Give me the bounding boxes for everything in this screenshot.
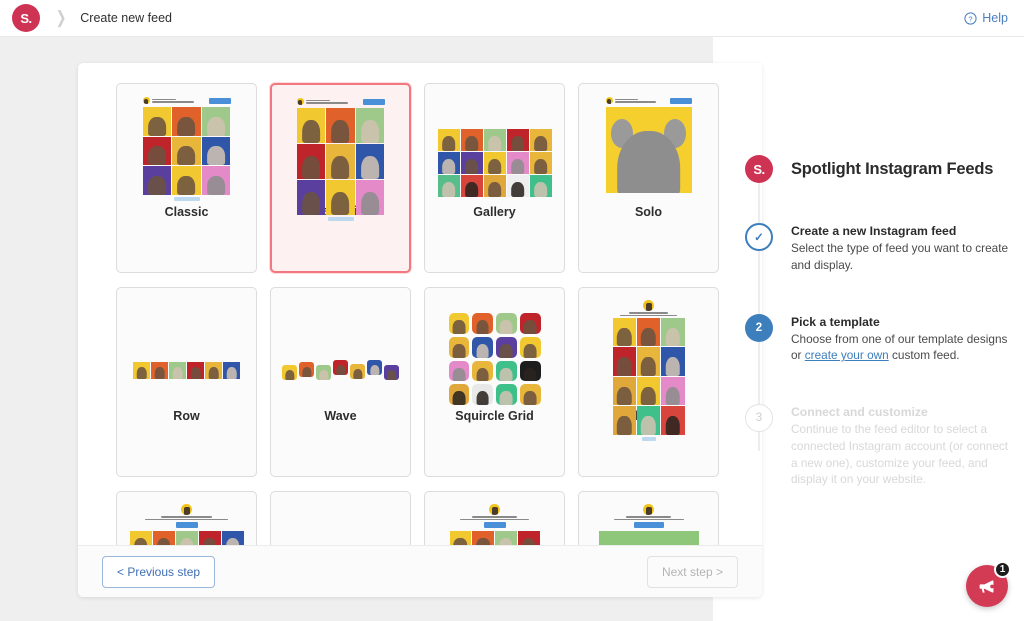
template-thumbnail <box>579 96 718 202</box>
template-card-gallery[interactable]: Gallery <box>424 83 565 273</box>
wide-photo <box>598 531 699 545</box>
template-card-label: Wave <box>324 409 357 423</box>
step-3-connect-customize: 3 Connect and customize Continue to the … <box>745 404 1015 488</box>
app-logo[interactable]: S. <box>12 4 40 32</box>
template-thumbnail <box>425 504 564 545</box>
template-card-classic[interactable]: Classic <box>116 83 257 273</box>
template-card-label: Solo <box>634 205 663 219</box>
brand-marker: S. <box>745 155 773 183</box>
avatar-icon <box>489 504 500 515</box>
template-thumbnail <box>271 504 410 545</box>
svg-text:?: ? <box>969 14 973 23</box>
question-circle-icon: ? <box>964 11 977 25</box>
solo-photo <box>605 107 692 193</box>
step-2-marker-text: 2 <box>755 321 763 334</box>
step-1-body: Select the type of feed you want to crea… <box>791 241 1009 272</box>
step-1-create-feed: ✓ Create a new Instagram feed Select the… <box>745 223 1015 274</box>
template-card-partial-a[interactable] <box>116 491 257 545</box>
template-thumbnail <box>425 96 564 202</box>
template-thumbnail <box>117 300 256 406</box>
step-1-marker-check-icon: ✓ <box>745 223 773 251</box>
step-2-marker: 2 <box>745 313 773 342</box>
template-thumbnail <box>117 504 256 545</box>
template-card-label: Gallery <box>473 205 516 219</box>
step-1-heading: Create a new Instagram feed <box>791 224 957 238</box>
step-2-body: Choose from one of our template designs … <box>791 331 1015 365</box>
follow-button-mock <box>669 97 692 104</box>
avatar-icon <box>643 300 654 311</box>
template-card-link-in-bio[interactable]: Link in Bio <box>578 287 719 477</box>
template-picker-panel: Classic Gallery Solo Row Wave Squircle G… <box>78 63 762 597</box>
template-thumbnail <box>579 300 718 441</box>
rail-brand-row: S. Spotlight Instagram Feeds <box>745 155 1015 183</box>
panel-footer: < Previous step Next step > <box>78 545 762 597</box>
help-label: Help <box>982 11 1008 25</box>
template-thumbnail <box>117 96 256 202</box>
template-card-squircle-grid[interactable]: Squircle Grid <box>424 287 565 477</box>
avatar-icon <box>181 504 192 515</box>
template-card-wave[interactable]: Wave <box>270 287 411 477</box>
template-card-label: Classic <box>164 205 209 219</box>
template-card-partial-d[interactable] <box>578 491 719 545</box>
announcements-button[interactable]: 1 <box>966 561 1011 607</box>
template-card-tall-grid[interactable]: Tall Grid <box>270 83 411 273</box>
step-2-body-after: custom feed. <box>888 348 960 363</box>
template-grid-scroll[interactable]: Classic Gallery Solo Row Wave Squircle G… <box>78 63 762 545</box>
template-card-partial-b[interactable] <box>270 491 411 545</box>
megaphone-icon <box>979 579 994 593</box>
step-1-marker-text: ✓ <box>754 232 764 244</box>
template-card-row[interactable]: Row <box>116 287 257 477</box>
step-3-body: Continue to the feed editor to select a … <box>791 422 1009 487</box>
template-thumbnail <box>272 97 409 221</box>
avatar-icon <box>605 97 613 104</box>
brand-marker-text: S. <box>753 161 765 177</box>
avatar-icon <box>142 97 150 104</box>
template-thumbnail <box>579 504 718 545</box>
step-3-marker: 3 <box>745 404 773 432</box>
chevron-right-icon: ❯ <box>55 8 67 27</box>
template-thumbnail <box>425 300 564 406</box>
app-logo-text: S. <box>20 10 32 26</box>
template-thumbnail <box>271 300 410 406</box>
breadcrumb: Create new feed <box>80 11 172 25</box>
step-3-heading: Connect and customize <box>791 405 928 419</box>
template-card-solo[interactable]: Solo <box>578 83 719 273</box>
top-bar: S. ❯ Create new feed ? Help <box>0 0 1024 37</box>
follow-button-mock <box>362 98 385 105</box>
template-card-label: Row <box>173 409 200 423</box>
template-grid: Classic Gallery Solo Row Wave Squircle G… <box>116 83 724 545</box>
notification-badge: 1 <box>994 561 1011 578</box>
step-2-pick-template: 2 Pick a template Choose from one of our… <box>745 313 1015 365</box>
template-card-partial-c[interactable] <box>424 491 565 545</box>
help-button[interactable]: ? Help <box>964 11 1008 25</box>
notification-count: 1 <box>999 564 1006 575</box>
avatar-icon <box>296 98 304 105</box>
next-step-button: Next step > <box>646 555 738 588</box>
previous-step-button[interactable]: < Previous step <box>102 555 216 588</box>
create-your-own-link[interactable]: create your own <box>805 348 889 362</box>
rail-title: Spotlight Instagram Feeds <box>791 160 994 178</box>
step-3-marker-text: 3 <box>755 412 763 424</box>
follow-button-mock <box>208 97 231 104</box>
template-card-label: Squircle Grid <box>455 409 534 423</box>
step-2-heading: Pick a template <box>791 314 880 329</box>
steps-rail: S. Spotlight Instagram Feeds ✓ Create a … <box>745 155 1015 510</box>
avatar-icon <box>643 504 654 515</box>
